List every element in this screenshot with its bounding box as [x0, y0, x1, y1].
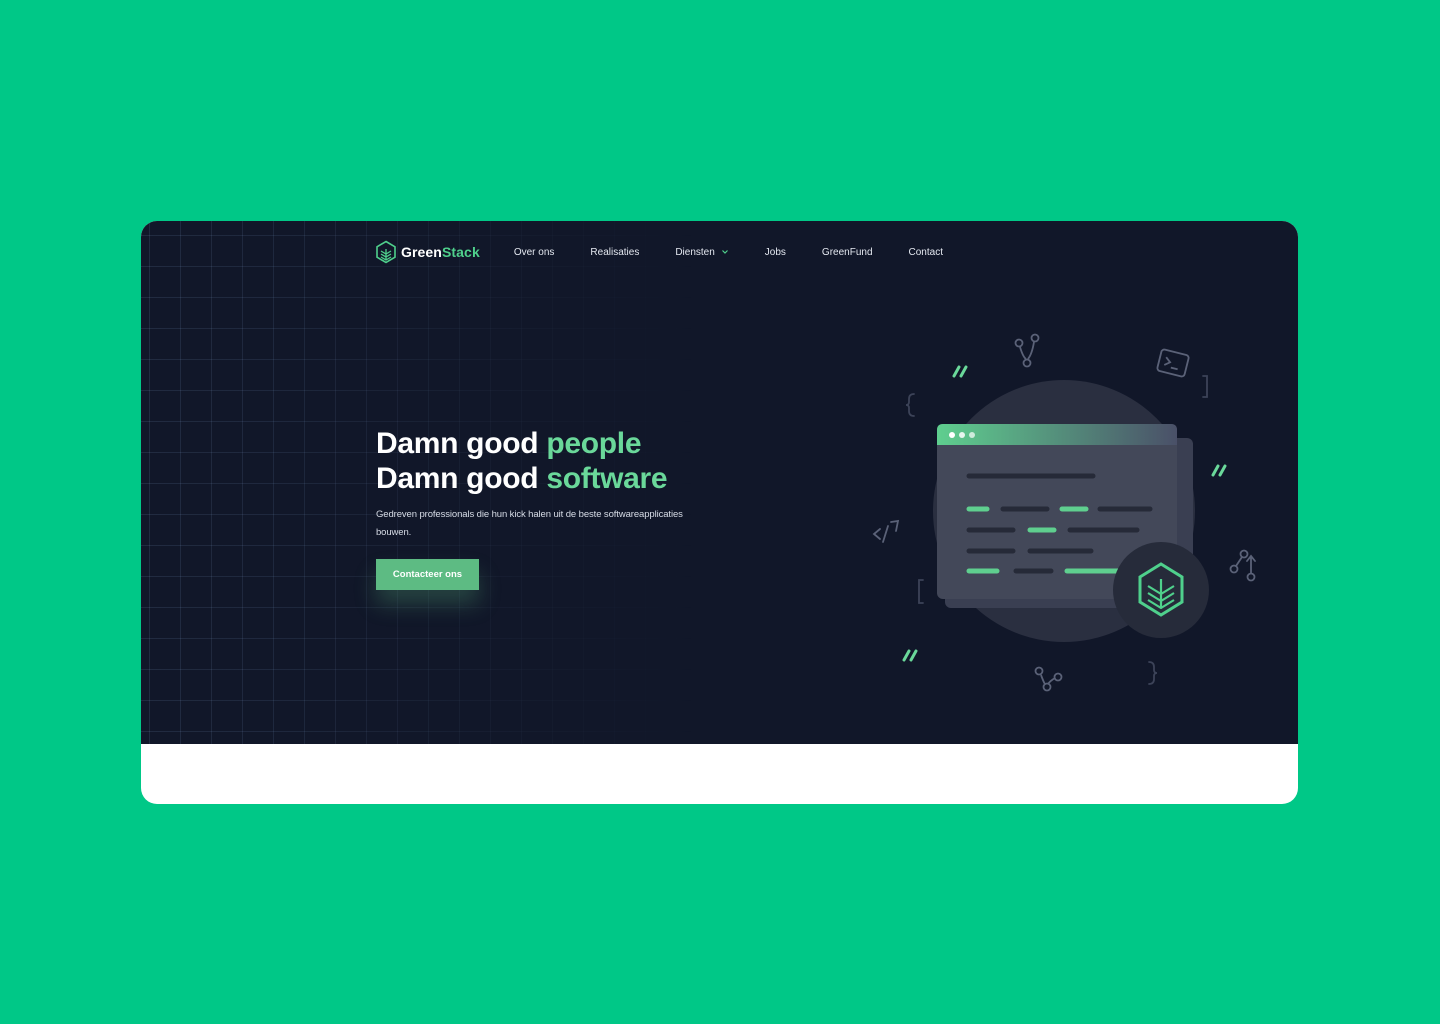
- git-merge-icon: [1034, 666, 1063, 692]
- nav-item-label: Contact: [908, 246, 943, 258]
- hero-subtitle: Gedreven professionals die hun kick hale…: [376, 509, 683, 538]
- nav-item-contact[interactable]: Contact: [909, 247, 943, 258]
- main-navigation: GreenStack Over ons Realisaties Diensten…: [375, 239, 979, 265]
- nav-item-greenfund[interactable]: GreenFund: [822, 247, 873, 258]
- brand-name-part1: Green: [401, 244, 442, 260]
- nav-item-label: GreenFund: [821, 246, 873, 258]
- headline-line-2: Damn good software: [376, 461, 668, 496]
- contact-cta-button[interactable]: Contacteer ons: [376, 559, 479, 590]
- nav-item-label: Over ons: [513, 246, 555, 258]
- greenstack-logo-icon: [376, 240, 396, 264]
- nav-item-realisaties[interactable]: Realisaties: [590, 247, 639, 258]
- brand-name: GreenStack: [401, 244, 480, 260]
- nav-item-label: Realisaties: [590, 246, 640, 258]
- brand-name-part2: Stack: [441, 244, 480, 260]
- headline-line-2-green: software: [546, 462, 668, 495]
- code-icon: [872, 519, 900, 543]
- pull-request-icon: [1229, 549, 1256, 582]
- headline-line-1-white: Damn good: [376, 427, 539, 460]
- terminal-icon: [1156, 348, 1190, 378]
- headline-line-1-green: people: [546, 427, 642, 460]
- greenstack-logo-icon: [1113, 542, 1209, 638]
- hero-headline: Damn good people Damn good software: [376, 426, 668, 496]
- nav-item-over-ons[interactable]: Over ons: [514, 247, 555, 258]
- hero-illustration: [872, 333, 1256, 692]
- nav-item-label: Diensten: [675, 246, 715, 258]
- nav-item-jobs[interactable]: Jobs: [765, 247, 786, 258]
- site-preview-frame: GreenStack Over ons Realisaties Diensten…: [141, 221, 1298, 804]
- brand-logo[interactable]: GreenStack: [375, 240, 480, 264]
- nav-item-diensten[interactable]: Diensten: [675, 247, 728, 258]
- git-branch-icon: [1014, 333, 1040, 368]
- headline-line-1: Damn good people: [376, 426, 667, 461]
- hero-section: GreenStack Over ons Realisaties Diensten…: [141, 221, 1298, 744]
- headline-line-2-white: Damn good: [376, 462, 539, 495]
- nav-item-label: Jobs: [764, 246, 786, 258]
- chevron-down-icon: [721, 250, 728, 254]
